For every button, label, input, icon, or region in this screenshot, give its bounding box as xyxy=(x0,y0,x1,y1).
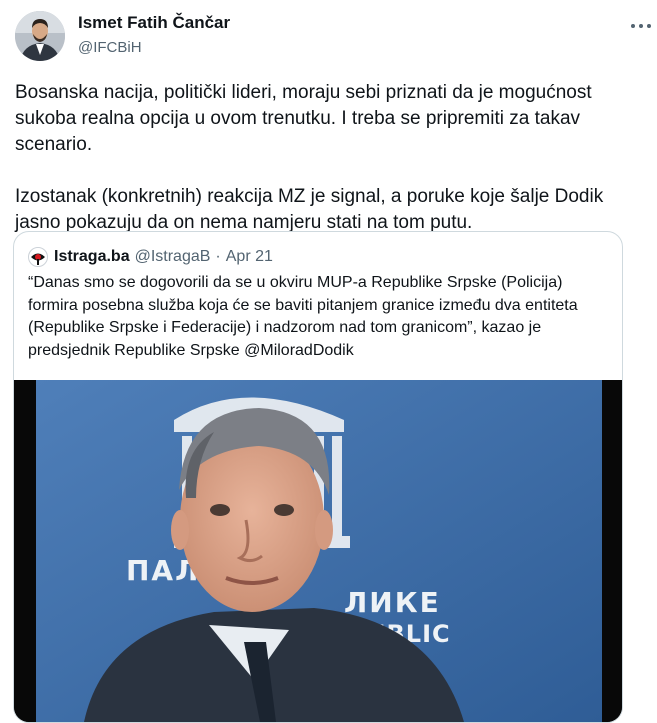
quoted-tweet-date[interactable]: Apr 21 xyxy=(226,248,273,266)
tweet-paragraph-1: Bosanska nacija, politički lideri, moraj… xyxy=(15,82,592,155)
author-handle[interactable]: @IFCBiH xyxy=(78,39,142,56)
more-horizontal-icon[interactable] xyxy=(628,18,654,34)
quoted-tweet-video[interactable]: ПАЛ ИКЕ ЛИКЕ UBLIC xyxy=(14,380,622,722)
quoted-tweet-text: “Danas smo se dogovorili da se u okviru … xyxy=(28,274,578,359)
tweet-text: Bosanska nacija, politički lideri, moraj… xyxy=(15,80,645,236)
tweet: Ismet Fatih Čančar @IFCBiH Bosanska naci… xyxy=(0,0,657,723)
author-name[interactable]: Ismet Fatih Čančar xyxy=(78,13,230,33)
author-avatar[interactable] xyxy=(15,11,65,61)
sign-line-2: ЛИКЕ xyxy=(344,586,441,619)
tweet-paragraph-2: Izostanak (konkretnih) reakcija MZ je si… xyxy=(15,186,604,233)
quoted-author-name[interactable]: Istraga.ba xyxy=(54,248,130,266)
istraga-logo-icon xyxy=(28,247,48,267)
quoted-tweet[interactable]: Istraga.ba @IstragaB · Apr 21 “Danas smo… xyxy=(13,231,623,723)
quoted-tweet-header: Istraga.ba @IstragaB · Apr 21 xyxy=(28,247,273,267)
separator-dot: · xyxy=(215,248,221,265)
quoted-author-handle[interactable]: @IstragaB xyxy=(135,248,211,266)
